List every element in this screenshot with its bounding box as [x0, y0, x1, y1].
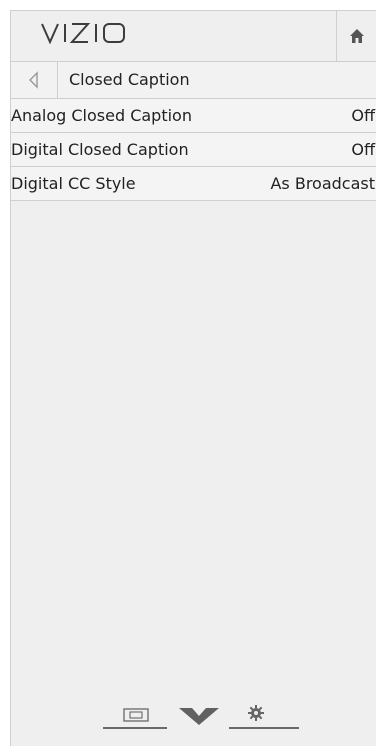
menu-item-label: Digital Closed Caption	[11, 140, 189, 159]
menu-panel: Closed Caption Analog Closed Caption Off…	[10, 10, 376, 746]
menu-item-digital-cc-style[interactable]: Digital CC Style As Broadcast	[11, 167, 376, 201]
menu-item-value: As Broadcast	[270, 174, 375, 193]
breadcrumb: Closed Caption	[11, 62, 376, 99]
back-arrow-icon	[29, 71, 38, 89]
settings-gear-icon	[248, 705, 264, 721]
vizio-logo	[41, 21, 137, 51]
menu-item-digital-closed-caption[interactable]: Digital Closed Caption Off	[11, 133, 376, 167]
menu-item-analog-closed-caption[interactable]: Analog Closed Caption Off	[11, 99, 376, 133]
menu-item-label: Analog Closed Caption	[11, 106, 192, 125]
home-button[interactable]	[336, 11, 376, 61]
settings-underline	[229, 727, 299, 729]
back-button[interactable]	[11, 62, 58, 98]
bottom-nav	[103, 703, 308, 729]
menu-item-value: Off	[351, 106, 375, 125]
input-button[interactable]	[123, 707, 149, 726]
vizio-v-button[interactable]	[177, 705, 221, 731]
home-icon	[350, 29, 364, 43]
header-bar	[11, 11, 376, 62]
vizio-v-icon	[179, 708, 219, 725]
input-underline	[103, 727, 167, 729]
menu-item-value: Off	[351, 140, 375, 159]
vizio-logo-mark	[41, 23, 125, 45]
input-icon	[123, 708, 149, 722]
page-title: Closed Caption	[69, 70, 190, 89]
settings-button[interactable]	[247, 704, 265, 726]
menu-item-label: Digital CC Style	[11, 174, 136, 193]
